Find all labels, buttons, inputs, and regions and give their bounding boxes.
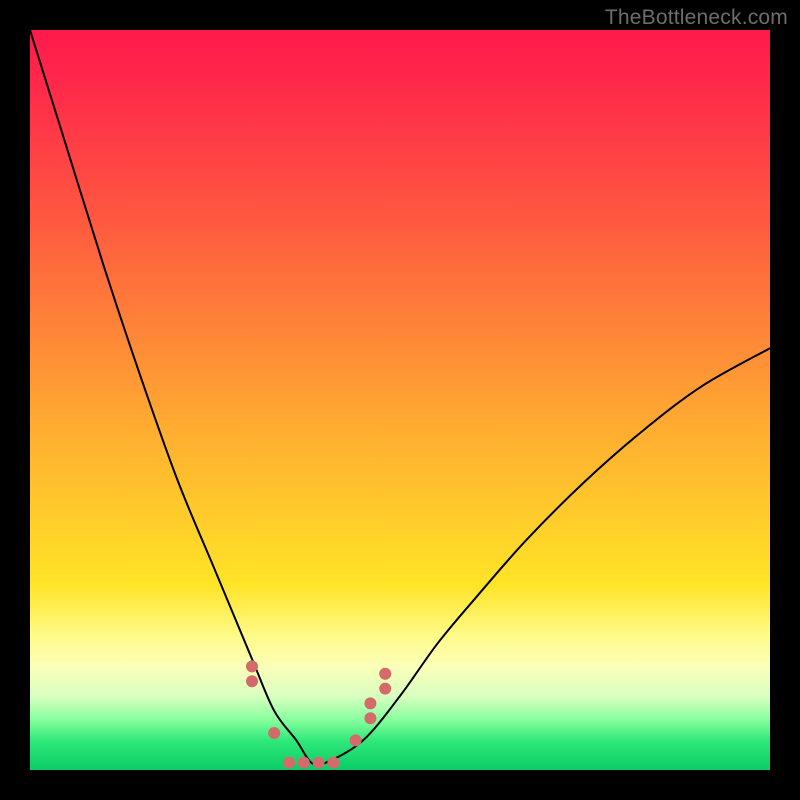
plot-area xyxy=(30,30,770,770)
chart-frame: TheBottleneck.com xyxy=(0,0,800,800)
min-cluster-dots xyxy=(252,666,385,762)
dots-layer xyxy=(30,30,770,770)
watermark-text: TheBottleneck.com xyxy=(605,6,788,30)
